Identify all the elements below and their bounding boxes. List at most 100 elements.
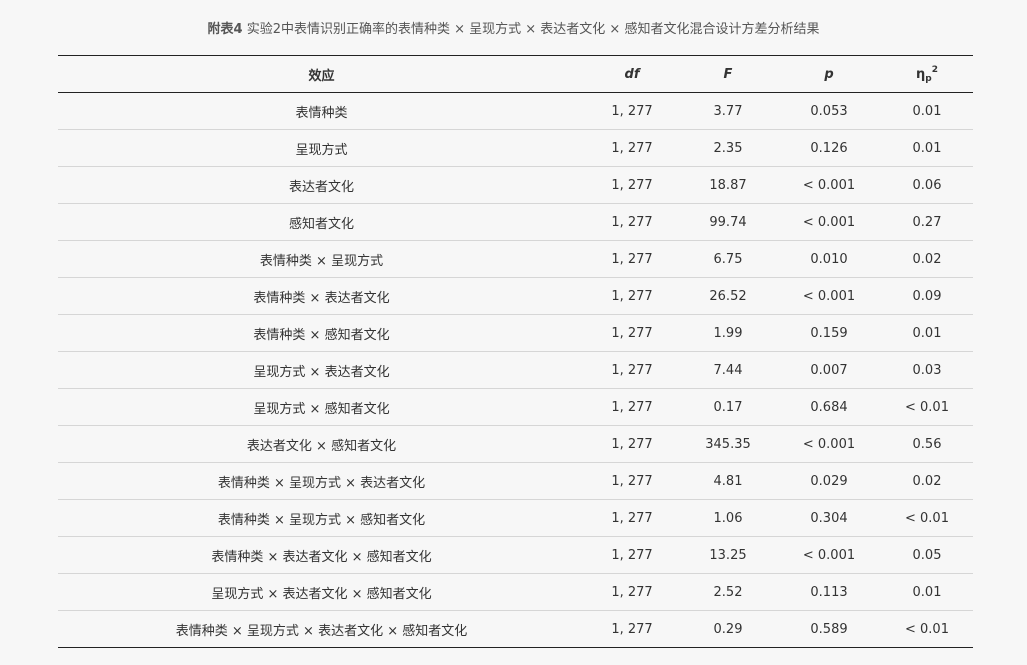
cell-eta-squared: 0.02	[881, 240, 973, 278]
cell-p: < 0.001	[777, 425, 881, 463]
cell-p: 0.029	[777, 462, 881, 500]
cell-df: 1, 277	[585, 166, 679, 204]
cell-p: 0.684	[777, 388, 881, 426]
table-row: 表情种类 × 表达者文化 1, 277 26.52 < 0.001 0.09	[58, 277, 973, 315]
cell-df: 1, 277	[585, 388, 679, 426]
cell-df: 1, 277	[585, 536, 679, 574]
cell-f: 3.77	[679, 92, 777, 130]
table-row: 感知者文化 1, 277 99.74 < 0.001 0.27	[58, 203, 973, 241]
header-effect: 效应	[58, 55, 585, 93]
table-row: 表情种类 × 呈现方式 × 表达者文化 1, 277 4.81 0.029 0.02	[58, 462, 973, 500]
table-row: 呈现方式 × 表达者文化 1, 277 7.44 0.007 0.03	[58, 351, 973, 389]
cell-f: 26.52	[679, 277, 777, 315]
cell-df: 1, 277	[585, 499, 679, 537]
table-row: 表情种类 × 呈现方式 × 表达者文化 × 感知者文化 1, 277 0.29 0.5…	[58, 610, 973, 648]
cell-f: 2.52	[679, 573, 777, 611]
cell-f: 345.35	[679, 425, 777, 463]
table-row: 表达者文化 × 感知者文化 1, 277 345.35 < 0.001 0.56	[58, 425, 973, 463]
cell-f: 2.35	[679, 129, 777, 167]
table-header: 效应 df F p ηp2	[58, 55, 973, 93]
cell-eta-squared: 0.01	[881, 573, 973, 611]
cell-effect: 表达者文化 × 感知者文化	[58, 425, 585, 463]
header-eta-subscript: p	[925, 73, 932, 84]
cell-f: 6.75	[679, 240, 777, 278]
cell-eta-squared: 0.01	[881, 92, 973, 130]
cell-p: 0.113	[777, 573, 881, 611]
cell-effect: 表情种类 × 呈现方式 × 感知者文化	[58, 499, 585, 537]
table-body: 表情种类 1, 277 3.77 0.053 0.01 呈现方式 1, 277 2.35 0.1…	[58, 92, 973, 648]
cell-eta-squared: 0.02	[881, 462, 973, 500]
table-row: 呈现方式 × 感知者文化 1, 277 0.17 0.684 < 0.01	[58, 388, 973, 426]
cell-p: 0.053	[777, 92, 881, 130]
cell-eta-squared: 0.56	[881, 425, 973, 463]
header-eta-squared: ηp2	[881, 55, 973, 93]
header-eta-superscript: 2	[931, 64, 938, 75]
cell-p: < 0.001	[777, 277, 881, 315]
anova-table-container: 效应 df F p ηp2 表情种类 1, 277 3.77 0.053 0.01 呈现方…	[58, 55, 973, 648]
cell-effect: 表情种类 × 表达者文化	[58, 277, 585, 315]
cell-f: 1.99	[679, 314, 777, 352]
table-row: 表情种类 × 呈现方式 1, 277 6.75 0.010 0.02	[58, 240, 973, 278]
cell-f: 1.06	[679, 499, 777, 537]
cell-eta-squared: 0.01	[881, 314, 973, 352]
cell-p: 0.126	[777, 129, 881, 167]
cell-p: 0.159	[777, 314, 881, 352]
table-row: 呈现方式 1, 277 2.35 0.126 0.01	[58, 129, 973, 167]
table-caption-text: 实验2中表情识别正确率的表情种类 × 呈现方式 × 表达者文化 × 感知者文化混…	[242, 22, 820, 37]
cell-effect: 感知者文化	[58, 203, 585, 241]
cell-effect: 呈现方式	[58, 129, 585, 167]
cell-df: 1, 277	[585, 573, 679, 611]
header-row: 效应 df F p ηp2	[58, 55, 973, 93]
cell-eta-squared: 0.05	[881, 536, 973, 574]
cell-p: < 0.001	[777, 166, 881, 204]
cell-eta-squared: 0.03	[881, 351, 973, 389]
cell-p: < 0.001	[777, 203, 881, 241]
header-df: df	[585, 55, 679, 93]
table-row: 表情种类 × 呈现方式 × 感知者文化 1, 277 1.06 0.304 < 0.01	[58, 499, 973, 537]
table-caption-label: 附表4	[207, 22, 243, 37]
cell-eta-squared: 0.27	[881, 203, 973, 241]
cell-effect: 表情种类 × 呈现方式	[58, 240, 585, 278]
cell-df: 1, 277	[585, 462, 679, 500]
table-row: 呈现方式 × 表达者文化 × 感知者文化 1, 277 2.52 0.113 0.01	[58, 573, 973, 611]
cell-effect: 表情种类 × 呈现方式 × 表达者文化	[58, 462, 585, 500]
cell-eta-squared: 0.01	[881, 129, 973, 167]
cell-df: 1, 277	[585, 277, 679, 315]
cell-effect: 表情种类	[58, 92, 585, 130]
cell-eta-squared: 0.06	[881, 166, 973, 204]
cell-effect: 表达者文化	[58, 166, 585, 204]
cell-f: 0.17	[679, 388, 777, 426]
table-row: 表达者文化 1, 277 18.87 < 0.001 0.06	[58, 166, 973, 204]
cell-effect: 呈现方式 × 表达者文化 × 感知者文化	[58, 573, 585, 611]
table-row: 表情种类 × 表达者文化 × 感知者文化 1, 277 13.25 < 0.001 0.…	[58, 536, 973, 574]
cell-df: 1, 277	[585, 129, 679, 167]
table-caption: 附表4 实验2中表情识别正确率的表情种类 × 呈现方式 × 表达者文化 × 感知…	[0, 20, 1027, 40]
table-row: 表情种类 1, 277 3.77 0.053 0.01	[58, 92, 973, 130]
cell-eta-squared: < 0.01	[881, 388, 973, 426]
cell-f: 0.29	[679, 610, 777, 648]
cell-effect: 表情种类 × 呈现方式 × 表达者文化 × 感知者文化	[58, 610, 585, 648]
cell-p: 0.589	[777, 610, 881, 648]
cell-p: < 0.001	[777, 536, 881, 574]
cell-df: 1, 277	[585, 92, 679, 130]
cell-df: 1, 277	[585, 610, 679, 648]
cell-f: 4.81	[679, 462, 777, 500]
cell-effect: 表情种类 × 感知者文化	[58, 314, 585, 352]
header-eta-symbol: η	[916, 66, 926, 82]
cell-df: 1, 277	[585, 314, 679, 352]
cell-df: 1, 277	[585, 240, 679, 278]
cell-p: 0.007	[777, 351, 881, 389]
anova-table: 效应 df F p ηp2 表情种类 1, 277 3.77 0.053 0.01 呈现方…	[58, 55, 973, 648]
cell-df: 1, 277	[585, 203, 679, 241]
cell-f: 99.74	[679, 203, 777, 241]
cell-effect: 呈现方式 × 表达者文化	[58, 351, 585, 389]
header-f: F	[679, 55, 777, 93]
cell-f: 7.44	[679, 351, 777, 389]
cell-effect: 表情种类 × 表达者文化 × 感知者文化	[58, 536, 585, 574]
cell-f: 18.87	[679, 166, 777, 204]
header-p: p	[777, 55, 881, 93]
cell-effect: 呈现方式 × 感知者文化	[58, 388, 585, 426]
cell-df: 1, 277	[585, 351, 679, 389]
cell-p: 0.010	[777, 240, 881, 278]
cell-eta-squared: < 0.01	[881, 610, 973, 648]
